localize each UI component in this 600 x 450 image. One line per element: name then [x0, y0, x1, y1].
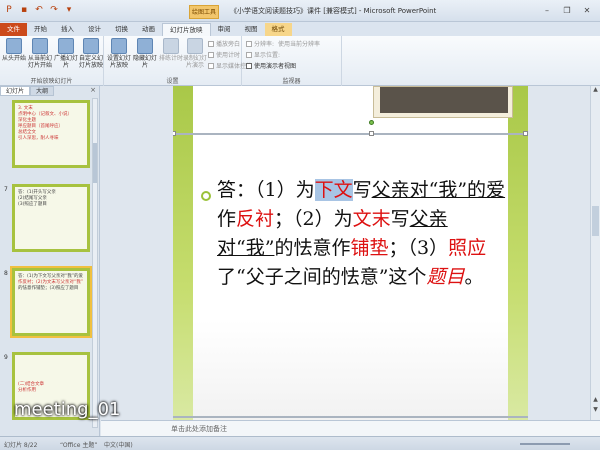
resolution-dropdown[interactable]: 使用当前分辨率	[278, 39, 320, 48]
minimize-button[interactable]: –	[538, 4, 556, 17]
tab-transitions[interactable]: 切换	[108, 23, 135, 36]
tab-slides[interactable]: 幻灯片	[0, 86, 31, 96]
answer-text[interactable]: 答：（1）为下文写父亲对“我”的爱作反衬；（2）为文末写父亲对“我”的怯意作铺垫…	[217, 176, 517, 292]
rotate-handle[interactable]	[369, 120, 374, 125]
tab-animations[interactable]: 动画	[135, 23, 162, 36]
record-show-button[interactable]: 录制幻灯片演示	[182, 38, 208, 69]
resize-handle[interactable]	[369, 131, 374, 136]
editor-scrollbar[interactable]: ▲ ▲ ▼	[590, 86, 600, 420]
setup-show-button[interactable]: 设置幻灯片放映	[106, 38, 132, 69]
ribbon-group-setup: 设置幻灯片放映 隐藏幻灯片 排练计时 录制幻灯片演示 播放旁白 使用计时 显示媒…	[104, 36, 252, 86]
window-title: 《小学语文阅读题技巧》课件 [兼容模式] - Microsoft PowerPo…	[230, 7, 437, 15]
notes-placeholder: 单击此处添加备注	[171, 425, 227, 433]
close-panel-icon[interactable]: ×	[90, 86, 96, 94]
record-icon	[187, 38, 203, 54]
slide-counter: 幻灯片 8/22	[4, 442, 38, 449]
ribbon-group-start-slideshow: 从头开始 从当前幻灯片开始 广播幻灯片 自定义幻灯片放映 开始放映幻灯片	[0, 36, 104, 86]
broadcast-icon	[58, 38, 74, 54]
resolution-label: 分辨率:	[246, 39, 274, 48]
tab-view[interactable]: 视图	[238, 23, 265, 36]
slide-number: 9	[4, 354, 8, 361]
slide-canvas[interactable]: 答：（1）为下文写父亲对“我”的爱作反衬；（2）为文末写父亲对“我”的怯意作铺垫…	[173, 86, 528, 420]
title-bar: P ▪ ↶ ↷ ▾ 绘图工具 《小学语文阅读题技巧》课件 [兼容模式] - Mi…	[0, 0, 600, 22]
slide-editor: 答：（1）为下文写父亲对“我”的爱作反衬；（2）为文末写父亲对“我”的怯意作铺垫…	[101, 86, 600, 420]
close-button[interactable]: ✕	[578, 4, 596, 17]
prev-slide-icon[interactable]: ▲	[592, 396, 599, 404]
tab-insert[interactable]: 插入	[54, 23, 81, 36]
tab-outline[interactable]: 大纲	[30, 86, 55, 96]
ribbon: 从头开始 从当前幻灯片开始 广播幻灯片 自定义幻灯片放映 开始放映幻灯片 设置幻…	[0, 36, 600, 86]
app-icon[interactable]: P	[3, 4, 15, 16]
tab-home[interactable]: 开始	[27, 23, 54, 36]
broadcast-button[interactable]: 广播幻灯片	[53, 38, 79, 69]
photo-image	[380, 87, 508, 113]
tab-format[interactable]: 格式	[264, 23, 292, 36]
setup-icon	[111, 38, 127, 54]
group-label: 设置	[166, 78, 179, 85]
rehearse-timings-button[interactable]: 排练计时	[158, 38, 184, 62]
restore-button[interactable]: ❐	[558, 4, 576, 17]
custom-show-icon	[83, 38, 99, 54]
scroll-up-icon[interactable]: ▲	[592, 86, 599, 94]
rehearse-icon	[163, 38, 179, 54]
notes-pane[interactable]: 单击此处添加备注	[101, 420, 600, 436]
resize-handle[interactable]	[173, 131, 176, 136]
slide-number: 8	[4, 270, 8, 277]
use-timings-checkbox[interactable]: 使用计时	[208, 50, 240, 59]
slide-content-area: 答：（1）为下文写父亲对“我”的爱作反衬；（2）为文末写父亲对“我”的怯意作铺垫…	[173, 86, 528, 420]
play-narrations-checkbox[interactable]: 播放旁白	[208, 39, 240, 48]
panel-scrollbar[interactable]	[92, 98, 98, 428]
slide-thumbnail-6[interactable]: 3. 文末 点明中心（记叙文、小说） 深化主题 呼应题目（首尾呼应） 总结全文 …	[12, 100, 90, 168]
undo-icon[interactable]: ↶	[33, 4, 45, 16]
save-icon[interactable]: ▪	[18, 4, 30, 16]
hide-slide-icon	[137, 38, 153, 54]
zoom-slider[interactable]	[520, 443, 570, 445]
selection-box-top	[173, 133, 528, 135]
slides-panel: 幻灯片 大纲 × 3. 文末 点明中心（记叙文、小说） 深化主题 呼应题目（首尾…	[0, 86, 100, 436]
from-beginning-button[interactable]: 从头开始	[1, 38, 27, 62]
hide-slide-button[interactable]: 隐藏幻灯片	[132, 38, 158, 69]
status-bar: 幻灯片 8/22 “Office 主题” 中文(中国)	[0, 436, 600, 450]
slide-thumbnail-7[interactable]: 答：(1)开头写父亲 (2)结尾写父亲 (3)照应了题目	[12, 184, 90, 252]
language-indicator[interactable]: 中文(中国)	[104, 440, 133, 449]
group-label: 开始放映幻灯片	[30, 78, 73, 85]
tab-review[interactable]: 审阅	[211, 23, 238, 36]
ribbon-tabs: 文件 开始 插入 设计 切换 动画 幻灯片放映 审阅 视图 格式	[0, 22, 600, 36]
tab-file[interactable]: 文件	[0, 23, 27, 36]
redo-icon[interactable]: ↷	[48, 4, 60, 16]
group-label: 监视器	[282, 78, 301, 85]
slide-number: 7	[4, 186, 8, 193]
show-on-label: 显示位置:	[246, 50, 280, 59]
slide-thumbnail-8[interactable]: 答：(1)为下文写父亲对“我”的爱 作反衬；(2)为文末写父亲对“我” 的怯意作…	[10, 266, 92, 338]
bullet-ring-icon	[201, 191, 211, 201]
ribbon-group-monitors: 分辨率: 使用当前分辨率 显示位置: 使用演示者视图 监视器	[242, 36, 342, 86]
slideshow-current-icon	[32, 38, 48, 54]
custom-show-button[interactable]: 自定义幻灯片放映	[78, 38, 104, 69]
quick-access-toolbar: P ▪ ↶ ↷ ▾	[3, 4, 75, 16]
photo-frame[interactable]	[373, 86, 513, 118]
resize-handle[interactable]	[523, 131, 528, 136]
next-slide-icon[interactable]: ▼	[592, 406, 599, 414]
from-current-button[interactable]: 从当前幻灯片开始	[27, 38, 53, 69]
customize-icon[interactable]: ▾	[63, 4, 75, 16]
theme-name: “Office 主题”	[60, 442, 98, 449]
context-tab-label: 绘图工具	[189, 5, 219, 19]
tab-slideshow[interactable]: 幻灯片放映	[162, 23, 211, 36]
selection-box-bottom	[173, 416, 528, 418]
watermark: meeting_01	[14, 399, 121, 420]
presenter-view-checkbox[interactable]: 使用演示者视图	[246, 61, 296, 70]
tab-design[interactable]: 设计	[81, 23, 108, 36]
slideshow-icon	[6, 38, 22, 54]
